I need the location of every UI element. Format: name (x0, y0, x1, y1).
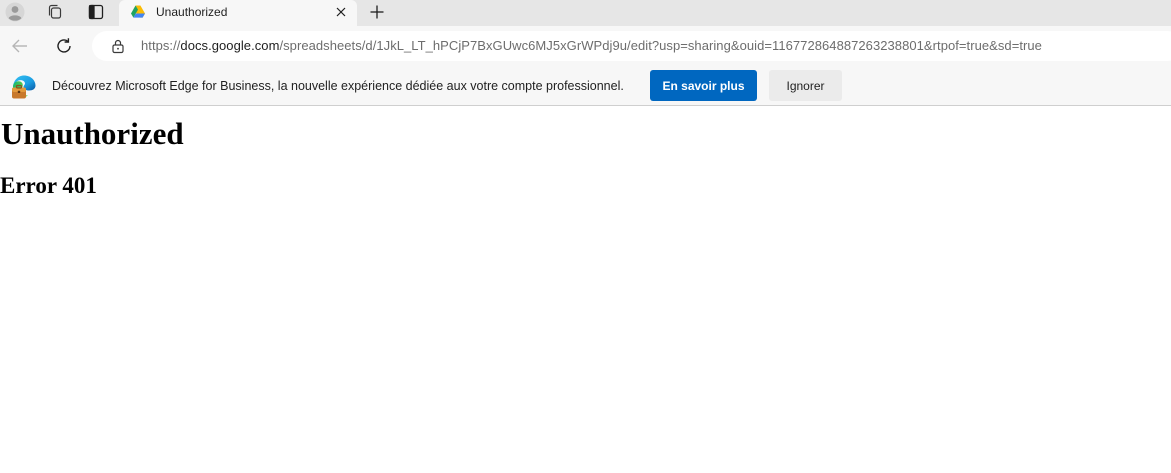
tab-active[interactable]: Unauthorized (119, 0, 357, 27)
new-tab-icon[interactable] (365, 1, 389, 23)
url-host: docs.google.com (180, 38, 280, 53)
learn-more-button[interactable]: En savoir plus (650, 70, 757, 101)
tab-title: Unauthorized (156, 5, 228, 19)
google-drive-icon (130, 4, 146, 20)
address-bar[interactable]: https://docs.google.com/spreadsheets/d/1… (92, 31, 1171, 61)
url-text: https://docs.google.com/spreadsheets/d/1… (141, 38, 1042, 53)
url-path: /spreadsheets/d/1JkL_LT_hPCjP7BxGUwc6MJ5… (279, 38, 1042, 53)
vertical-tabs-icon[interactable] (81, 0, 111, 24)
edge-for-business-infobar: Découvrez Microsoft Edge for Business, l… (0, 66, 1171, 106)
infobar-message: Découvrez Microsoft Edge for Business, l… (52, 79, 624, 93)
page-content: Unauthorized Error 401 (0, 107, 1171, 473)
browser-toolbar: https://docs.google.com/spreadsheets/d/1… (0, 26, 1171, 66)
collections-icon[interactable] (40, 0, 70, 24)
refresh-icon[interactable] (50, 32, 78, 60)
lock-icon[interactable] (110, 38, 126, 54)
page-title: Unauthorized (1, 116, 184, 151)
dismiss-button[interactable]: Ignorer (769, 70, 842, 101)
tab-strip: Unauthorized (0, 0, 1171, 27)
profile-icon[interactable] (0, 0, 30, 24)
back-arrow-icon[interactable] (6, 32, 34, 60)
close-tab-icon[interactable] (333, 4, 349, 20)
edge-business-logo-icon (11, 74, 37, 100)
url-scheme: https:// (141, 38, 181, 53)
error-code: Error 401 (0, 173, 97, 198)
